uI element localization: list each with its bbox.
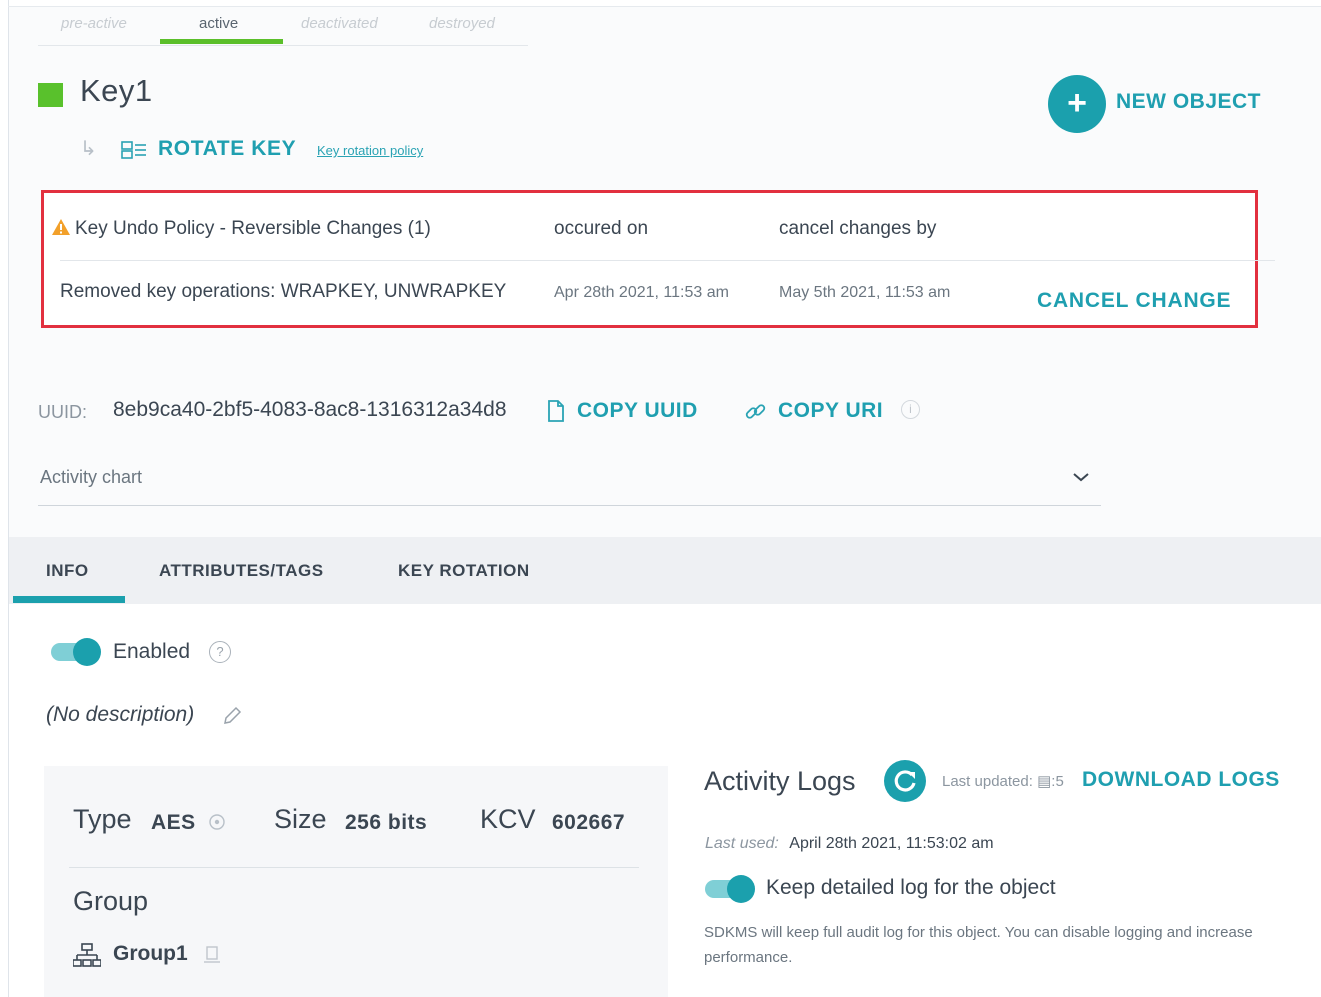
plus-icon[interactable]: + bbox=[1048, 75, 1106, 133]
copy-uri-label[interactable]: COPY URI bbox=[778, 399, 883, 423]
size-value: 256 bits bbox=[345, 811, 428, 834]
state-tab-pre-active[interactable]: pre-active bbox=[61, 15, 127, 32]
group-label: Group bbox=[73, 886, 149, 916]
occured-on-header: occured on bbox=[554, 218, 649, 239]
description-text: (No description) bbox=[46, 703, 195, 726]
enabled-label: Enabled bbox=[113, 640, 191, 663]
link-icon[interactable] bbox=[744, 401, 768, 428]
last-updated-label: Last updated: ▤:5 bbox=[942, 773, 1064, 790]
state-tab-destroyed[interactable]: destroyed bbox=[429, 15, 495, 32]
rotate-key-row: ↳ ROTATE KEY Key rotation policy bbox=[80, 136, 480, 166]
group-hierarchy-icon bbox=[72, 943, 102, 974]
copy-uri-button[interactable]: COPY URI i bbox=[744, 397, 944, 427]
refresh-icon[interactable] bbox=[884, 760, 926, 802]
cancel-change-button[interactable]: CANCEL CHANGE bbox=[1037, 289, 1231, 313]
key-detail-page: pre-active active deactivated destroyed … bbox=[0, 0, 1321, 997]
page-title: Key1 bbox=[80, 73, 153, 108]
state-tab-deactivated[interactable]: deactivated bbox=[301, 15, 378, 32]
sub-item-arrow-icon: ↳ bbox=[80, 138, 97, 160]
copy-uuid-label[interactable]: COPY UUID bbox=[577, 399, 698, 423]
pencil-icon[interactable] bbox=[222, 706, 242, 731]
uuid-value: 8eb9ca40-2bf5-4083-8ac8-1316312a34d8 bbox=[113, 398, 507, 421]
type-value: AES bbox=[151, 811, 196, 834]
tab-info[interactable]: INFO bbox=[46, 561, 89, 581]
warning-icon bbox=[51, 218, 71, 241]
undo-policy-title: Key Undo Policy - Reversible Changes (1) bbox=[75, 218, 431, 239]
rotate-key-icon[interactable] bbox=[120, 139, 148, 166]
change-description: Removed key operations: WRAPKEY, UNWRAPK… bbox=[60, 281, 507, 302]
kcv-label: KCV bbox=[480, 804, 536, 834]
occured-on-value: Apr 28th 2021, 11:53 am bbox=[554, 284, 729, 301]
kcv-value: 602667 bbox=[552, 811, 626, 834]
calendar-icon: ▤ bbox=[1037, 773, 1052, 790]
chevron-down-icon[interactable] bbox=[1072, 470, 1090, 488]
tab-key-rotation[interactable]: KEY ROTATION bbox=[398, 561, 530, 581]
uuid-label: UUID: bbox=[38, 402, 87, 422]
document-icon[interactable] bbox=[547, 400, 565, 427]
copy-uuid-button[interactable]: COPY UUID bbox=[545, 397, 725, 427]
panel-border bbox=[8, 0, 9, 997]
last-used-value: April 28th 2021, 11:53:02 am bbox=[789, 835, 994, 852]
tab-attributes-tags[interactable]: ATTRIBUTES/TAGS bbox=[159, 561, 324, 581]
enabled-toggle[interactable] bbox=[51, 637, 101, 666]
card-divider bbox=[69, 867, 639, 868]
copy-icon[interactable] bbox=[203, 946, 221, 969]
lifecycle-state-tabs: pre-active active deactivated destroyed bbox=[38, 12, 528, 46]
new-object-label[interactable]: NEW OBJECT bbox=[1116, 90, 1261, 114]
keep-log-label: Keep detailed log for the object bbox=[766, 876, 1056, 899]
panel-border-top bbox=[8, 6, 1321, 7]
cancel-by-value: May 5th 2021, 11:53 am bbox=[779, 284, 951, 301]
radio-dot-icon bbox=[208, 813, 226, 836]
key-status-indicator bbox=[38, 83, 63, 107]
help-icon[interactable]: ? bbox=[209, 641, 231, 663]
last-used-row: Last used: April 28th 2021, 11:53:02 am bbox=[705, 835, 994, 853]
last-used-label: Last used: bbox=[705, 835, 779, 852]
group-value-link[interactable]: Group1 bbox=[113, 942, 188, 966]
refresh-button[interactable] bbox=[884, 760, 926, 802]
key-rotation-policy-link[interactable]: Key rotation policy bbox=[317, 143, 423, 158]
activity-chart-dropdown[interactable]: Activity chart bbox=[38, 458, 1101, 506]
toggle-knob bbox=[73, 638, 101, 666]
type-label: Type bbox=[73, 804, 132, 834]
active-tab-indicator bbox=[13, 596, 125, 603]
rotate-key-button[interactable]: ROTATE KEY bbox=[158, 137, 296, 161]
new-object-button[interactable]: + NEW OBJECT bbox=[1048, 75, 1278, 135]
key-properties-card: Type AES Size 256 bits KCV 602667 Group bbox=[44, 766, 668, 997]
object-tabs: INFO ATTRIBUTES/TAGS KEY ROTATION bbox=[9, 537, 1321, 604]
log-note: SDKMS will keep full audit log for this … bbox=[704, 924, 1253, 966]
toggle-knob bbox=[727, 875, 755, 903]
activity-chart-label[interactable]: Activity chart bbox=[40, 467, 142, 488]
download-logs-button[interactable]: DOWNLOAD LOGS bbox=[1082, 768, 1280, 792]
info-icon[interactable]: i bbox=[901, 400, 920, 419]
cancel-by-header: cancel changes by bbox=[779, 218, 937, 239]
last-updated-label-text: Last updated: bbox=[942, 773, 1033, 790]
key-undo-policy-panel: Key Undo Policy - Reversible Changes (1)… bbox=[41, 190, 1275, 328]
size-label: Size bbox=[274, 804, 327, 834]
active-state-indicator bbox=[160, 39, 283, 44]
state-tab-active[interactable]: active bbox=[199, 15, 238, 32]
undo-table-divider bbox=[60, 260, 1275, 261]
last-updated-value: 5 bbox=[1055, 773, 1064, 790]
activity-logs-title: Activity Logs bbox=[704, 766, 856, 796]
keep-log-toggle[interactable] bbox=[705, 874, 755, 903]
